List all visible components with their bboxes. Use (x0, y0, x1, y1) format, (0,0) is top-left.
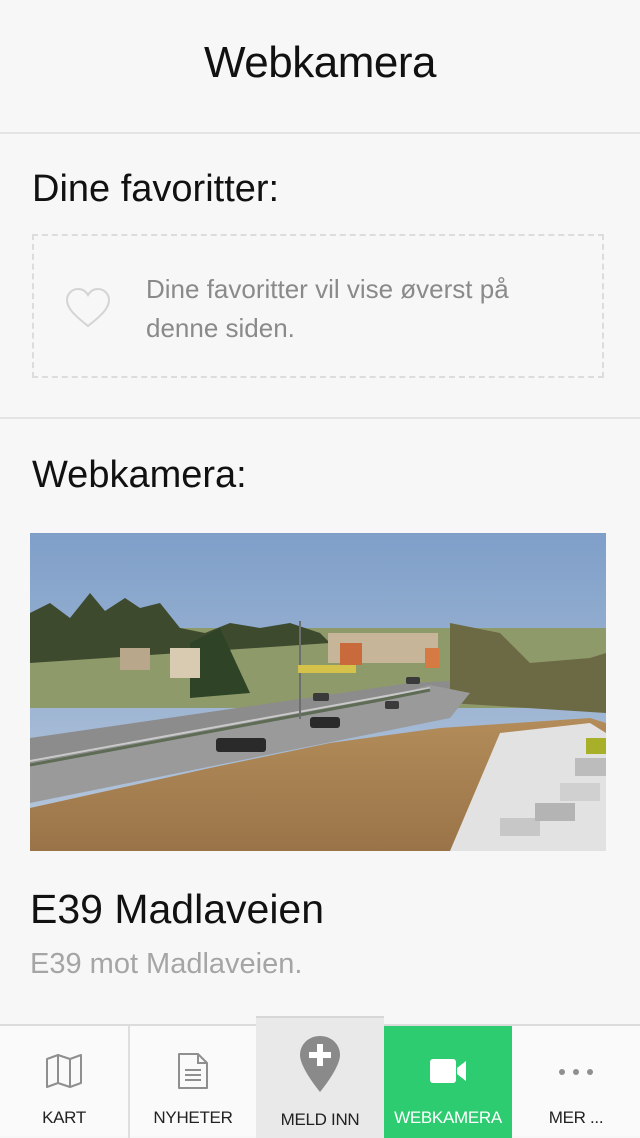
document-icon (178, 1053, 208, 1089)
tab-label: NYHETER (153, 1108, 233, 1127)
tab-mer[interactable]: MER ... (512, 1026, 640, 1138)
tab-label: MELD INN (280, 1110, 360, 1129)
tab-label: MER ... (548, 1108, 604, 1127)
favorites-empty-placeholder: Dine favoritter vil vise øverst på denne… (32, 234, 604, 378)
tab-label: WEBKAMERA (394, 1108, 502, 1127)
webcam-name[interactable]: E39 Madlaveien (30, 886, 324, 933)
webcam-description: E39 mot Madlaveien. (30, 948, 303, 980)
favorites-empty-text: Dine favoritter vil vise øverst på denne… (146, 274, 509, 343)
tab-kart[interactable]: KART (0, 1026, 128, 1138)
video-camera-icon (430, 1059, 466, 1083)
tab-meld-inn[interactable]: MELD INN (256, 1016, 384, 1138)
bottom-tab-bar: KART NYHETER MELD INN WEBKAMERA MER ... (0, 1016, 640, 1138)
map-pin-plus-icon (300, 1036, 340, 1092)
tab-label: KART (42, 1108, 86, 1127)
tab-nyheter[interactable]: NYHETER (130, 1026, 256, 1138)
favorites-section-title: Dine favoritter: (32, 168, 280, 210)
webcam-image[interactable] (30, 533, 606, 851)
page-title: Webkamera (204, 38, 436, 87)
webcam-section-title: Webkamera: (32, 454, 247, 496)
map-icon (46, 1054, 82, 1088)
more-dots-icon (559, 1069, 593, 1075)
section-divider (0, 417, 640, 419)
tab-webkamera[interactable]: WEBKAMERA (384, 1026, 512, 1138)
heart-icon (65, 287, 111, 328)
header-bar: Webkamera (0, 0, 640, 134)
